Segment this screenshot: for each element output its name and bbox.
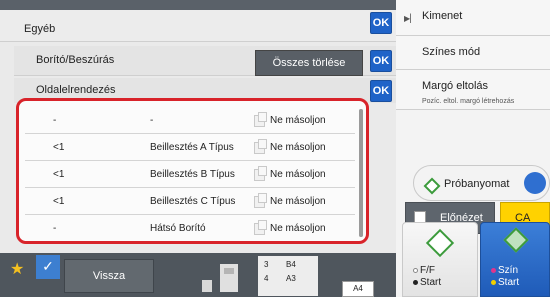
ok-button-cover[interactable]: OK [370, 50, 392, 72]
list-row[interactable]: <1 Beillesztés B Típus Ne másoljon [25, 161, 355, 188]
tray-size: A3 [286, 274, 296, 283]
section-cover-insert-label: Borító/Beszúrás [36, 54, 115, 66]
clear-all-button[interactable]: Összes törlése [255, 50, 363, 76]
row-type: Beillesztés B Típus [150, 169, 235, 180]
play-arrow-icon: ▶▏ [404, 14, 417, 23]
color-diamond-icon [524, 172, 546, 194]
menu-item-label: Margó eltolás [422, 80, 489, 92]
copy-icon [254, 139, 267, 154]
check-icon[interactable]: ✓ [36, 255, 60, 279]
list-scroll-thumb[interactable] [359, 109, 363, 237]
star-icon[interactable]: ★ [10, 259, 30, 278]
ok-button-layout[interactable]: OK [370, 80, 392, 102]
row-type: Hátsó Borító [150, 223, 206, 234]
row-copy: Ne másoljon [270, 196, 326, 207]
list-row[interactable]: - - Ne másoljon [25, 107, 355, 134]
start-diamond-icon [503, 227, 529, 253]
list-row[interactable]: <1 Beillesztés C Típus Ne másoljon [25, 188, 355, 215]
proof-copy-label: Próbanyomat [444, 178, 510, 190]
bw-start-line2: Start [413, 277, 441, 288]
ok-button-main[interactable]: OK [370, 12, 392, 34]
menu-item-output[interactable]: ▶▏ Kimenet [396, 0, 550, 36]
menu-item-margin-shift[interactable]: Margó eltolás Pozíc. eltol. margó létreh… [396, 70, 550, 110]
current-paper-size: A4 [342, 281, 374, 297]
color-start-line2: Start [491, 277, 519, 288]
section-page-layout-label: Oldalelrendezés [36, 84, 116, 96]
paper-tray-status[interactable]: 3 B4 4 A3 [258, 256, 318, 296]
row-page: <1 [53, 169, 65, 180]
row-page: <1 [53, 142, 65, 153]
row-page: - [53, 223, 57, 234]
row-type: - [150, 115, 154, 126]
row-copy: Ne másoljon [270, 115, 326, 126]
row-type: Beillesztés A Típus [150, 142, 234, 153]
list-row[interactable]: - Hátsó Borító Ne másoljon [25, 215, 355, 241]
tray-row: 3 B4 [264, 260, 308, 272]
copy-icon [254, 112, 267, 127]
copy-icon [254, 220, 267, 235]
tray-number: 3 [264, 260, 269, 269]
list-scrollbar[interactable] [359, 109, 363, 237]
start-diamond-icon [425, 228, 455, 258]
row-copy: Ne másoljon [270, 223, 326, 234]
bw-start-line1: F/F [413, 265, 435, 276]
menu-item-label: Színes mód [422, 46, 481, 58]
tray-row: 4 A3 [264, 274, 308, 286]
dialog-header [0, 10, 396, 42]
insert-list: - - Ne másoljon <1 Beillesztés A Típus N… [16, 98, 369, 244]
bw-start-button[interactable]: F/F Start [402, 222, 478, 297]
menu-item-label: Kimenet [422, 10, 463, 22]
menu-item-sub: Pozíc. eltol. margó létrehozás [422, 98, 515, 105]
proof-copy-button[interactable]: Próbanyomat [413, 165, 550, 201]
color-start-line1: Szín [491, 265, 518, 276]
dialog-title: Egyéb [24, 23, 56, 35]
list-row[interactable]: <1 Beillesztés A Típus Ne másoljon [25, 134, 355, 161]
row-type: Beillesztés C Típus [150, 196, 236, 207]
menu-item-color-mode[interactable]: Színes mód [396, 36, 550, 70]
back-button[interactable]: Vissza [64, 259, 154, 293]
row-copy: Ne másoljon [270, 169, 326, 180]
copy-icon [254, 193, 267, 208]
tray-size: B4 [286, 260, 296, 269]
start-diamond-icon [422, 176, 438, 192]
copy-icon [254, 166, 267, 181]
color-start-button[interactable]: Szín Start [480, 222, 550, 297]
tray-number: 4 [264, 274, 269, 283]
row-page: <1 [53, 196, 65, 207]
row-page: - [53, 115, 57, 126]
row-copy: Ne másoljon [270, 142, 326, 153]
